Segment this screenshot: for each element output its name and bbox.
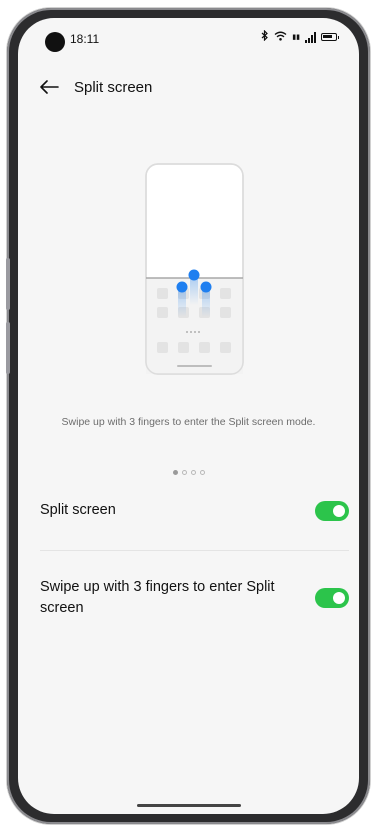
three-finger-swipe-setting-row[interactable]: Swipe up with 3 fingers to enter Split s… [40, 577, 349, 623]
pager-dot[interactable] [199, 470, 205, 475]
three-finger-swipe-label: Swipe up with 3 fingers to enter Split s… [40, 579, 275, 616]
power-button [6, 322, 10, 374]
finger-dot [200, 281, 212, 293]
arrow-left-icon [40, 80, 59, 94]
pager-dot[interactable] [190, 470, 196, 475]
split-screen-setting-row[interactable]: Split screen [40, 500, 349, 524]
pager-dot-active[interactable] [172, 470, 178, 475]
app-header: Split screen [18, 76, 359, 102]
finger-dot [176, 281, 188, 293]
gesture-caption: Swipe up with 3 fingers to enter the Spl… [61, 416, 316, 428]
home-indicator[interactable] [137, 804, 241, 807]
status-bar: 18:11 ▮▮ [18, 18, 359, 62]
split-screen-gesture-illustration [145, 163, 244, 375]
battery-icon [321, 33, 339, 41]
page-title: Split screen [74, 79, 153, 96]
status-time: 18:11 [70, 32, 100, 46]
toggle-knob [333, 505, 345, 517]
toggle-knob [333, 592, 345, 604]
front-camera [45, 32, 65, 52]
hd-signal-icon: ▮▮ [292, 33, 300, 41]
split-screen-label: Split screen [40, 502, 116, 518]
bluetooth-icon [261, 29, 269, 44]
divider [40, 550, 349, 551]
back-button[interactable] [38, 76, 60, 98]
split-screen-toggle[interactable] [315, 501, 349, 521]
carousel-pager [18, 470, 359, 475]
device: 18:11 ▮▮ Split screen Swipe up with 3 fi… [0, 0, 377, 832]
wifi-icon [274, 31, 287, 44]
screen: 18:11 ▮▮ Split screen Swipe up with 3 fi… [18, 18, 359, 814]
pager-dot[interactable] [181, 470, 187, 475]
volume-button [6, 258, 10, 310]
finger-dot [188, 269, 200, 281]
three-finger-swipe-toggle[interactable] [315, 588, 349, 608]
signal-strength-icon [305, 31, 316, 43]
status-icons: ▮▮ [261, 29, 339, 44]
